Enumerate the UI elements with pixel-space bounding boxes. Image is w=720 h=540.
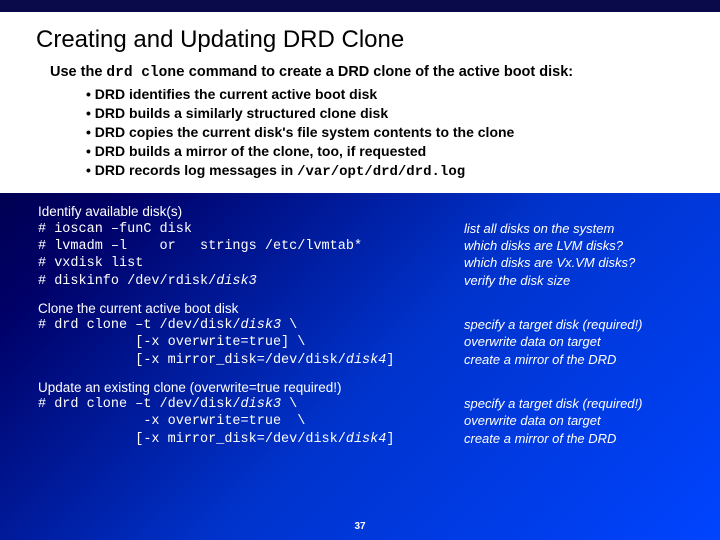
- cmd-part: [-x mirror_disk=/dev/disk/: [38, 353, 346, 368]
- cmd-arg: disk4: [346, 353, 387, 368]
- bullet-list: DRD identifies the current active boot d…: [86, 85, 684, 181]
- bullet-item: DRD builds a mirror of the clone, too, i…: [86, 142, 684, 161]
- intro-post: command to create a DRD clone of the act…: [185, 64, 573, 80]
- annotation: overwrite data on target: [464, 334, 684, 351]
- cmd-arg: disk4: [346, 432, 387, 447]
- cmd-line: # drd clone –t /dev/disk/disk3 \: [38, 396, 297, 413]
- intro-band: Use the drd clone command to create a DR…: [0, 64, 720, 193]
- section-header: Clone the current active boot disk: [38, 300, 684, 317]
- slide-title: Creating and Updating DRD Clone: [36, 16, 684, 54]
- cmd-arg: disk3: [216, 274, 257, 289]
- annotation: list all disks on the system: [464, 221, 684, 238]
- intro-line: Use the drd clone command to create a DR…: [50, 64, 684, 81]
- cmd-line: # vxdisk list: [38, 255, 143, 272]
- annotation: verify the disk size: [464, 273, 684, 290]
- bullet5-mono: /var/opt/drd/drd.log: [297, 164, 465, 180]
- cmd-part: # diskinfo /dev/rdisk/: [38, 274, 216, 289]
- section-identify: Identify available disk(s) # ioscan –fun…: [38, 203, 684, 289]
- cmd-line: -x overwrite=true \: [38, 413, 305, 430]
- cmd-line: # ioscan –funC disk: [38, 221, 192, 238]
- cmd-part: [-x mirror_disk=/dev/disk/: [38, 432, 346, 447]
- cmd-part: \: [281, 318, 297, 333]
- intro-pre: Use the: [50, 64, 106, 80]
- cmd-line: # drd clone –t /dev/disk/disk3 \: [38, 317, 297, 334]
- bullet5-pre: DRD records log messages in: [95, 162, 297, 178]
- intro-cmd: drd clone: [106, 65, 184, 81]
- cmd-line: [-x overwrite=true] \: [38, 334, 305, 351]
- cmd-line: # lvmadm –l or strings /etc/lvmtab*: [38, 238, 362, 255]
- annotation: create a mirror of the DRD: [464, 352, 684, 369]
- section-clone: Clone the current active boot disk # drd…: [38, 300, 684, 369]
- bullet-item: DRD builds a similarly structured clone …: [86, 104, 684, 123]
- cmd-part: \: [281, 397, 297, 412]
- annotation: which disks are LVM disks?: [464, 238, 684, 255]
- bullet-item: DRD copies the current disk's file syste…: [86, 123, 684, 142]
- section-header: Identify available disk(s): [38, 203, 684, 220]
- cmd-line: # diskinfo /dev/rdisk/disk3: [38, 273, 257, 290]
- page-number: 37: [0, 521, 720, 532]
- cmd-arg: disk3: [241, 397, 282, 412]
- bullet-item: DRD identifies the current active boot d…: [86, 85, 684, 104]
- annotation: overwrite data on target: [464, 413, 684, 430]
- annotation: specify a target disk (required!): [464, 317, 684, 334]
- annotation: specify a target disk (required!): [464, 396, 684, 413]
- cmd-part: ]: [386, 432, 394, 447]
- cmd-part: # drd clone –t /dev/disk/: [38, 397, 241, 412]
- section-header: Update an existing clone (overwrite=true…: [38, 379, 684, 396]
- section-update: Update an existing clone (overwrite=true…: [38, 379, 684, 448]
- annotation: create a mirror of the DRD: [464, 431, 684, 448]
- cmd-line: [-x mirror_disk=/dev/disk/disk4]: [38, 431, 394, 448]
- cmd-part: ]: [386, 353, 394, 368]
- slide: Creating and Updating DRD Clone Use the …: [0, 0, 720, 540]
- cmd-arg: disk3: [241, 318, 282, 333]
- title-bar: Creating and Updating DRD Clone: [0, 0, 720, 64]
- annotation: which disks are Vx.VM disks?: [464, 255, 684, 272]
- cmd-line: [-x mirror_disk=/dev/disk/disk4]: [38, 352, 394, 369]
- cmd-part: # drd clone –t /dev/disk/: [38, 318, 241, 333]
- bullet-item: DRD records log messages in /var/opt/drd…: [86, 161, 684, 182]
